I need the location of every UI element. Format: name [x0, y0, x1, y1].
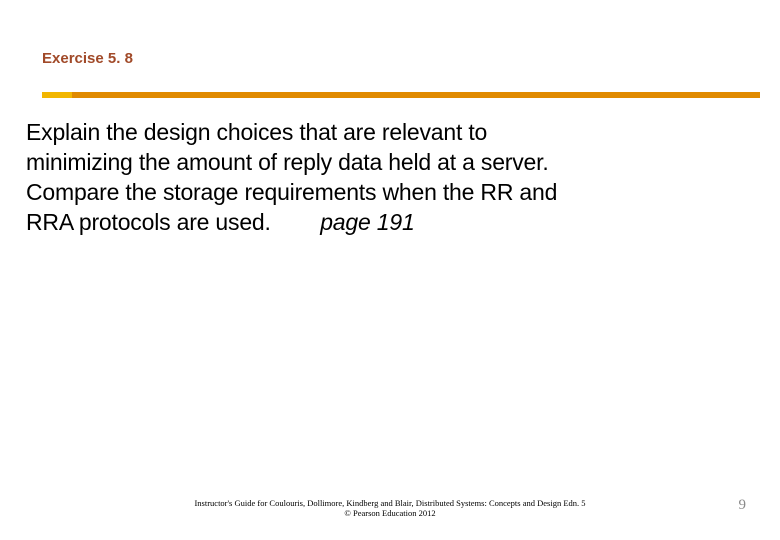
footer-line: © Pearson Education 2012: [344, 508, 435, 518]
page-reference: page 191: [320, 209, 414, 235]
divider-accent-right: [72, 92, 760, 98]
body-text: Explain the design choices that are rele…: [26, 118, 750, 238]
footer-credits: Instructor's Guide for Coulouris, Dollim…: [0, 498, 780, 518]
divider-rule: [42, 92, 760, 100]
divider-accent-left: [42, 92, 72, 98]
body-line: minimizing the amount of reply data held…: [26, 149, 549, 175]
exercise-title: Exercise 5. 8: [42, 50, 133, 67]
body-line: Compare the storage requirements when th…: [26, 179, 557, 205]
footer-line: Instructor's Guide for Coulouris, Dollim…: [194, 498, 585, 508]
page-number: 9: [739, 497, 747, 514]
slide: Exercise 5. 8 Explain the design choices…: [0, 0, 780, 540]
body-line: Explain the design choices that are rele…: [26, 119, 487, 145]
body-line: RRA protocols are used.: [26, 209, 320, 235]
